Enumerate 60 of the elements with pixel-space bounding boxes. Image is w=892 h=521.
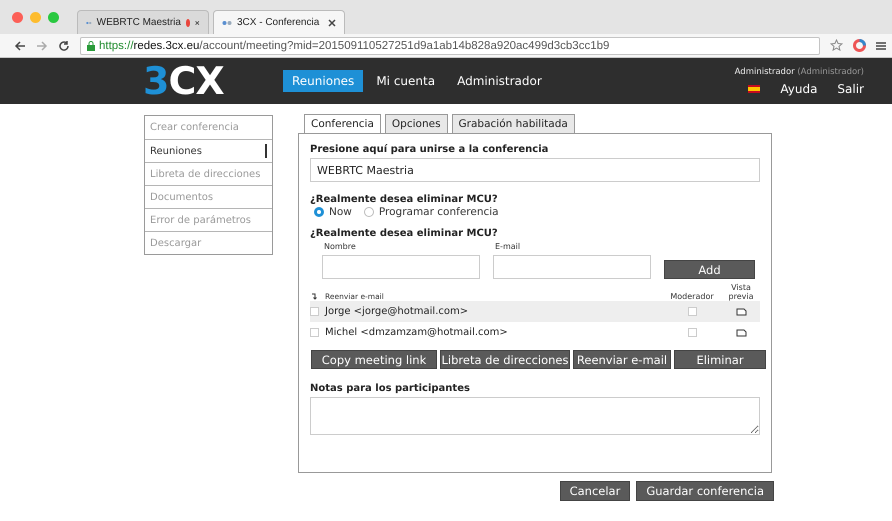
preview-icon[interactable]: [736, 328, 746, 336]
footer-button[interactable]: Guardar conferencia: [636, 481, 774, 501]
tab-favicon-icon: [86, 20, 92, 26]
header-link[interactable]: Salir: [837, 82, 864, 96]
back-icon[interactable]: [14, 40, 26, 52]
row-checkbox[interactable]: [310, 307, 319, 316]
moderator-checkbox[interactable]: [688, 307, 696, 316]
star-icon[interactable]: [830, 39, 843, 52]
menu-icon[interactable]: [876, 40, 886, 50]
add-button[interactable]: Add: [664, 260, 755, 279]
extension-icon[interactable]: [853, 39, 866, 52]
tab[interactable]: Opciones: [384, 114, 448, 134]
window-zoom-icon[interactable]: [48, 12, 59, 22]
action-button[interactable]: Libreta de direcciones: [440, 350, 570, 369]
field-label: E-mail: [495, 242, 522, 251]
tab[interactable]: Conferencia: [304, 114, 381, 134]
forward-icon[interactable]: [36, 40, 48, 52]
participant-name: Michel <dmzamzam@hotmail.com>: [325, 327, 508, 338]
conference-name-field[interactable]: WEBRTC Maestria: [310, 158, 760, 182]
sort-icon[interactable]: [312, 293, 318, 300]
tab-favicon-icon: [222, 20, 232, 26]
lock-icon: [87, 40, 95, 50]
user-label: Administrador (Administrador): [734, 66, 864, 76]
sidebar-item[interactable]: Reuniones: [145, 139, 272, 162]
recording-icon: [186, 18, 190, 26]
tab[interactable]: Grabación habilitada: [452, 114, 575, 134]
window-close-icon[interactable]: [12, 12, 23, 22]
flag-icon[interactable]: [748, 84, 760, 92]
header-link[interactable]: Ayuda: [780, 82, 818, 96]
participant-name: Jorge <jorge@hotmail.com>: [325, 306, 468, 317]
name-field[interactable]: [322, 255, 480, 279]
column-header: Moderador: [669, 292, 715, 301]
footer-button[interactable]: Cancelar: [560, 481, 630, 501]
nav-item[interactable]: Mi cuenta: [367, 70, 444, 92]
action-button[interactable]: Reenviar e-mail: [573, 350, 671, 369]
url-text: https://redes.3cx.eu/account/meeting?mid=201509110527251d9a1ab14b828a920ac499d3cb3cc1b9: [99, 40, 610, 52]
nav-item[interactable]: Administrador: [448, 70, 551, 92]
close-icon[interactable]: [328, 18, 336, 26]
preview-icon[interactable]: [736, 308, 746, 316]
schedule-radio[interactable]: Now: [314, 206, 352, 218]
browser-tab[interactable]: 3CX - Conferencia: [213, 10, 345, 34]
logo: 3CX: [143, 59, 225, 103]
row-checkbox[interactable]: [310, 328, 319, 337]
action-button[interactable]: Copy meeting link: [311, 350, 437, 369]
reload-icon[interactable]: [58, 40, 70, 52]
notes-field[interactable]: [310, 397, 760, 435]
field-label: ¿Realmente desea eliminar MCU?: [310, 228, 499, 239]
selection-indicator: [265, 144, 267, 158]
close-icon[interactable]: [195, 18, 200, 26]
field-label: ¿Realmente desea eliminar MCU?: [310, 194, 499, 205]
column-header: Vista previa: [728, 283, 754, 301]
moderator-checkbox[interactable]: [688, 328, 696, 337]
field-label: Presione aquí para unirse a la conferencia: [310, 144, 550, 155]
field-label: Nombre: [324, 242, 357, 251]
field-label: Notas para los participantes: [310, 383, 471, 394]
schedule-radio[interactable]: Programar conferencia: [364, 206, 499, 218]
action-button[interactable]: Eliminar: [674, 350, 766, 369]
address-bar[interactable]: https://redes.3cx.eu/account/meeting?mid=201509110527251d9a1ab14b828a920ac499d3cb3cc1b9: [80, 36, 820, 54]
browser-tab[interactable]: WEBRTC Maestria: [77, 10, 209, 34]
email-field[interactable]: [493, 255, 651, 279]
